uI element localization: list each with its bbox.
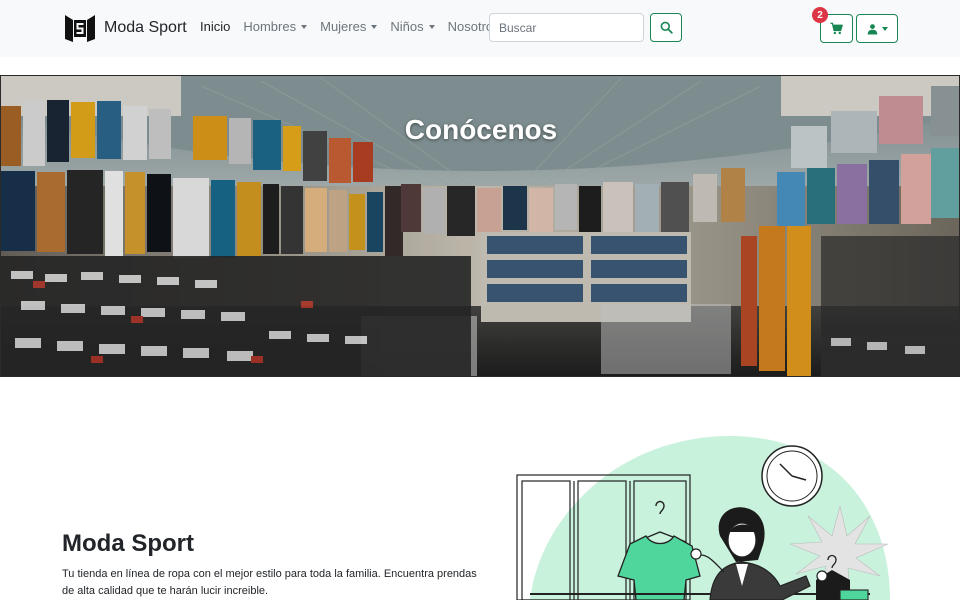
chevron-down-icon <box>428 25 435 29</box>
nav-item-mujeres[interactable]: Mujeres <box>320 19 378 34</box>
cart-count-badge: 2 <box>812 7 828 23</box>
chevron-down-icon <box>371 25 378 29</box>
brand-link[interactable]: Moda Sport <box>64 12 187 44</box>
nav-item-label: Mujeres <box>320 19 367 34</box>
search-icon <box>660 21 673 34</box>
cart-icon <box>830 22 843 35</box>
search-input[interactable] <box>489 13 644 42</box>
chevron-down-icon <box>881 26 888 31</box>
shopping-illustration <box>516 436 890 600</box>
about-title: Moda Sport <box>62 530 194 557</box>
search-button[interactable] <box>650 13 682 42</box>
user-icon <box>867 23 877 34</box>
hero-title: Conócenos <box>404 114 558 145</box>
nav-item-inicio[interactable]: Inicio <box>200 19 230 34</box>
about-description: Tu tienda en línea de ropa con el mejor … <box>62 568 477 597</box>
nav-item-label: Inicio <box>200 19 231 34</box>
brand-name: Moda Sport <box>104 19 187 36</box>
user-menu-button[interactable] <box>856 14 898 43</box>
moda-sport-logo-icon <box>65 15 95 42</box>
nav-item-hombres[interactable]: Hombres <box>243 19 308 34</box>
nav-item-label: Niños <box>390 19 424 34</box>
chevron-down-icon <box>301 25 308 29</box>
nav-item-ninos[interactable]: Niños <box>390 19 435 34</box>
nav-item-label: Hombres <box>243 19 297 34</box>
navbar: Moda Sport Inicio Hombres Mujeres Niños … <box>0 0 960 57</box>
nav-menu: Inicio Hombres Mujeres Niños Nosotros <box>200 19 513 34</box>
hero-banner: Conócenos <box>0 75 960 377</box>
